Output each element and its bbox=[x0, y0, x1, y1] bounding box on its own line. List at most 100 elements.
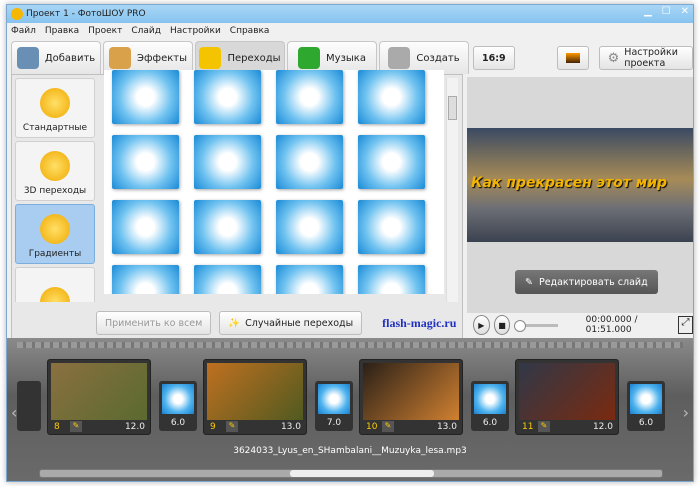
seek-slider[interactable] bbox=[514, 319, 558, 332]
pencil-icon[interactable]: ✎ bbox=[538, 421, 550, 432]
transition-thumbnail[interactable] bbox=[358, 70, 425, 124]
pencil-icon[interactable]: ✎ bbox=[70, 421, 82, 432]
menu-item[interactable]: Правка bbox=[45, 26, 79, 36]
tab-label: Эффекты bbox=[137, 52, 187, 64]
menu-item[interactable]: Справка bbox=[230, 26, 270, 36]
transition-item[interactable]: 6.0 bbox=[471, 381, 509, 431]
category-label: Градиенты bbox=[28, 249, 82, 259]
tab-label: Переходы bbox=[227, 52, 281, 64]
transition-thumbnail[interactable] bbox=[276, 200, 343, 254]
time-display: 00:00.000 / 01:51.000 bbox=[585, 315, 638, 335]
category-list: Стандартные 3D переходы Градиенты bbox=[15, 78, 95, 302]
pencil-icon[interactable]: ✎ bbox=[226, 421, 238, 432]
category-label: 3D переходы bbox=[23, 186, 87, 196]
pencil-icon[interactable]: ✎ bbox=[382, 421, 394, 432]
film-perforation bbox=[17, 342, 683, 348]
slide-duration: 13.0 bbox=[280, 422, 301, 432]
category-item[interactable] bbox=[15, 267, 95, 302]
transition-thumbnail[interactable] bbox=[276, 265, 343, 294]
menu-item[interactable]: Настройки bbox=[170, 26, 221, 36]
transition-thumbnail[interactable] bbox=[112, 200, 179, 254]
edit-slide-button[interactable]: ✎ Редактировать слайд bbox=[515, 270, 658, 294]
random-label: Случайные переходы bbox=[245, 317, 354, 329]
preview-area: Как прекрасен этот мир ✎ Редактировать сл… bbox=[467, 77, 693, 337]
project-settings-button[interactable]: ⚙ Настройки проекта bbox=[598, 46, 693, 70]
slide-item[interactable]: 9 ✎ 13.0 bbox=[203, 359, 307, 435]
minimize-button[interactable]: ▁ bbox=[644, 6, 652, 17]
transition-thumbnail[interactable] bbox=[112, 265, 179, 294]
menu-item[interactable]: Файл bbox=[11, 26, 36, 36]
transition-thumbnail[interactable] bbox=[276, 70, 343, 124]
category-label: Стандартные bbox=[22, 123, 88, 133]
transition-thumbnail bbox=[162, 384, 194, 414]
transition-thumbnail[interactable] bbox=[194, 265, 261, 294]
transition-thumbnail[interactable] bbox=[276, 135, 343, 189]
transition-thumbnail[interactable] bbox=[194, 200, 261, 254]
fullscreen-button[interactable]: ⤢ bbox=[677, 316, 693, 334]
close-button[interactable]: ✕ bbox=[681, 6, 689, 17]
category-item[interactable]: Стандартные bbox=[15, 78, 95, 138]
scroll-right-arrow-icon[interactable]: › bbox=[683, 403, 689, 422]
film-reel-icon bbox=[388, 47, 411, 69]
magic-wand-icon: ✨ bbox=[228, 317, 241, 329]
camera-icon bbox=[16, 47, 39, 69]
transition-duration: 6.0 bbox=[482, 418, 498, 428]
transition-thumbnail[interactable] bbox=[358, 200, 425, 254]
slide-item[interactable]: 10 ✎ 13.0 bbox=[359, 359, 463, 435]
tab-label: Добавить bbox=[44, 52, 96, 64]
slide-duration: 12.0 bbox=[124, 422, 145, 432]
transition-item[interactable]: 7.0 bbox=[315, 381, 353, 431]
transition-thumbnail[interactable] bbox=[358, 265, 425, 294]
slide-item[interactable]: 11 ✎ 12.0 bbox=[515, 359, 619, 435]
menu-item[interactable]: Слайд bbox=[131, 26, 161, 36]
timeline-scrollbar[interactable] bbox=[39, 469, 663, 478]
edit-slide-label: Редактировать слайд bbox=[538, 276, 648, 288]
folder-icon bbox=[40, 287, 70, 302]
background-image-button[interactable] bbox=[556, 46, 589, 70]
audio-track[interactable]: 3624033_Lyus_en_SHambalani__Muzuyka_lesa… bbox=[7, 446, 693, 456]
transition-item[interactable]: 6.0 bbox=[627, 381, 665, 431]
gear-icon: ⚙ bbox=[607, 50, 620, 66]
category-item[interactable]: 3D переходы bbox=[15, 141, 95, 201]
palette-icon bbox=[109, 47, 131, 69]
pencil-icon: ✎ bbox=[525, 276, 533, 288]
transition-thumbnail bbox=[630, 384, 662, 414]
transition-thumbnail[interactable] bbox=[112, 70, 179, 124]
tab-0[interactable]: Добавить bbox=[11, 41, 101, 74]
transition-duration: 7.0 bbox=[326, 418, 342, 428]
random-transitions-button[interactable]: ✨ Случайные переходы bbox=[219, 311, 363, 335]
transition-grid bbox=[104, 70, 444, 294]
transition-thumbnail[interactable] bbox=[358, 135, 425, 189]
slide-item[interactable]: 8 ✎ 12.0 bbox=[47, 359, 151, 435]
maximize-button[interactable]: ☐ bbox=[662, 6, 671, 17]
category-item[interactable]: Градиенты bbox=[15, 204, 95, 264]
play-button[interactable]: ▶ bbox=[473, 315, 490, 335]
transition-thumbnail[interactable] bbox=[194, 70, 261, 124]
transition-thumbnail[interactable] bbox=[112, 135, 179, 189]
menu-bar: Файл Правка Проект Слайд Настройки Справка bbox=[7, 23, 693, 39]
transition-thumbnail bbox=[318, 384, 350, 414]
stop-button[interactable]: ■ bbox=[493, 315, 511, 335]
ratio-label: 16:9 bbox=[482, 52, 506, 64]
transition-duration: 6.0 bbox=[638, 418, 654, 428]
slide-thumbnail bbox=[363, 363, 459, 420]
tab-label: Создать bbox=[416, 52, 460, 64]
settings-label: Настройки проекта bbox=[624, 47, 678, 69]
grid-scrollbar[interactable] bbox=[446, 78, 458, 302]
transition-duration: 6.0 bbox=[170, 418, 186, 428]
apply-all-label: Применить ко всем bbox=[105, 317, 203, 329]
preview-caption: Как прекрасен этот мир bbox=[471, 175, 668, 191]
aspect-ratio-button[interactable]: 16:9 bbox=[473, 46, 515, 70]
slide-thumbnail bbox=[519, 363, 615, 420]
slide-duration: 12.0 bbox=[592, 422, 613, 432]
transitions-panel: Стандартные 3D переходы Градиенты Применит… bbox=[11, 70, 463, 340]
slide-number: 9 bbox=[210, 422, 216, 432]
transition-item[interactable]: 6.0 bbox=[159, 381, 197, 431]
window-title: Проект 1 - ФотоШОУ PRO bbox=[26, 9, 146, 19]
music-note-icon bbox=[298, 47, 321, 69]
transition-item[interactable] bbox=[17, 381, 41, 431]
apply-all-button[interactable]: Применить ко всем bbox=[96, 311, 212, 335]
menu-item[interactable]: Проект bbox=[88, 26, 122, 36]
transition-thumbnail[interactable] bbox=[194, 135, 261, 189]
preview-image: Как прекрасен этот мир bbox=[467, 128, 693, 242]
